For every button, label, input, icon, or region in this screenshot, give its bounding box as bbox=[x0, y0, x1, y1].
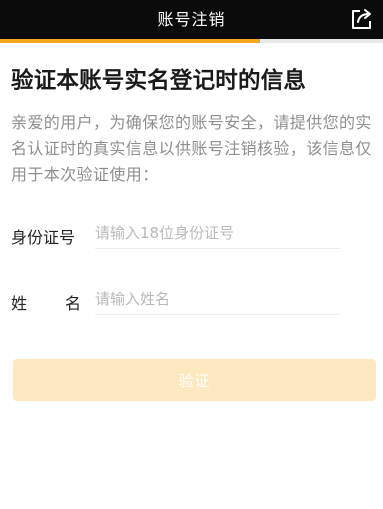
title-bar: 账号注销 bbox=[0, 0, 383, 39]
intro-text: 亲爱的用户，为确保您的账号安全，请提供您的实名认证时的真实信息以供账号注销核验，… bbox=[11, 113, 372, 184]
id-number-label: 身份证号 bbox=[11, 228, 76, 247]
name-label-char: 姓 bbox=[11, 294, 28, 313]
name-input[interactable] bbox=[95, 284, 340, 315]
verification-headline: 验证本账号实名登记时的信息 bbox=[11, 68, 307, 94]
progress-bar bbox=[0, 39, 383, 43]
page-title: 账号注销 bbox=[157, 10, 226, 29]
share-icon bbox=[352, 9, 371, 29]
name-label: 姓 名 bbox=[11, 290, 81, 314]
progress-bar-fill bbox=[0, 39, 261, 43]
verify-button[interactable]: 验证 bbox=[13, 359, 376, 401]
name-label-char: 名 bbox=[64, 294, 81, 313]
share-button[interactable] bbox=[349, 6, 375, 32]
id-number-input[interactable] bbox=[95, 218, 340, 249]
name-row: 姓 名 bbox=[11, 282, 351, 322]
id-number-row: 身份证号 bbox=[11, 216, 351, 256]
